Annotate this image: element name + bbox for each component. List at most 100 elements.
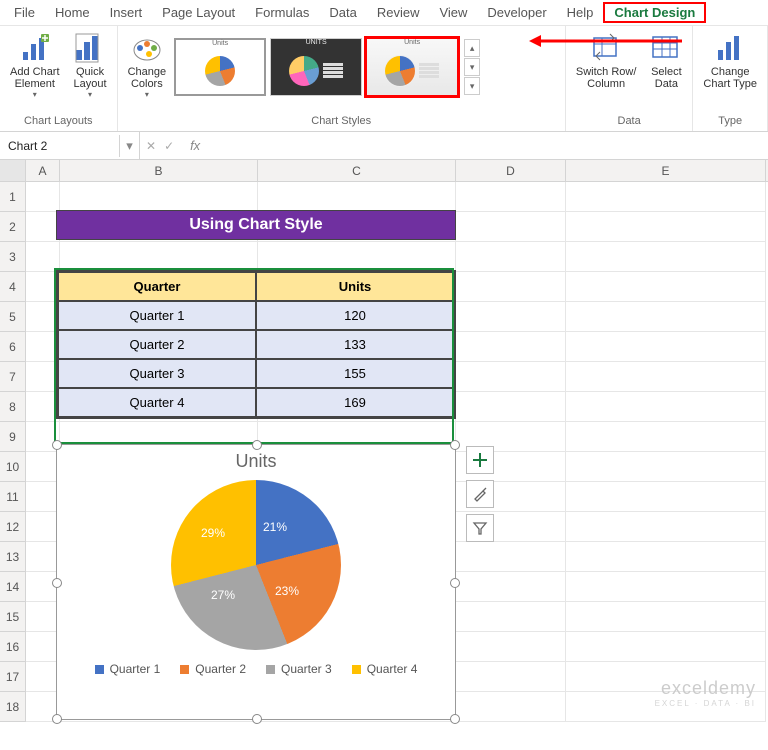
cell[interactable]	[566, 302, 766, 332]
menu-review[interactable]: Review	[367, 3, 430, 22]
cell[interactable]	[456, 392, 566, 422]
cell-units[interactable]: 133	[256, 330, 454, 359]
cell[interactable]	[26, 512, 60, 542]
name-box[interactable]: Chart 2	[0, 135, 120, 157]
row-header-10[interactable]: 10	[0, 452, 26, 482]
cell[interactable]	[26, 632, 60, 662]
cell[interactable]	[456, 272, 566, 302]
change-chart-type-button[interactable]: ChangeChart Type	[697, 28, 763, 94]
cell[interactable]	[566, 542, 766, 572]
select-data-button[interactable]: SelectData	[644, 28, 688, 94]
menu-page-layout[interactable]: Page Layout	[152, 3, 245, 22]
menu-insert[interactable]: Insert	[100, 3, 153, 22]
cell[interactable]	[566, 362, 766, 392]
cell[interactable]	[60, 182, 258, 212]
row-header-7[interactable]: 7	[0, 362, 26, 392]
column-header-C[interactable]: C	[258, 160, 456, 181]
row-header-9[interactable]: 9	[0, 422, 26, 452]
cell[interactable]	[566, 482, 766, 512]
menu-data[interactable]: Data	[319, 3, 366, 22]
cell[interactable]	[456, 692, 566, 722]
cell-units[interactable]: 169	[256, 388, 454, 417]
row-header-6[interactable]: 6	[0, 332, 26, 362]
chart-elements-button[interactable]	[466, 446, 494, 474]
cell[interactable]	[566, 182, 766, 212]
legend-item[interactable]: Quarter 1	[95, 662, 161, 676]
switch-row-column-button[interactable]: Switch Row/Column	[570, 28, 643, 94]
chart-style-thumb-1[interactable]: Units	[174, 38, 266, 96]
chart-object[interactable]: Units 21% 23% 27% 29% Quarter 1 Quarter 2…	[56, 444, 456, 720]
cell-quarter[interactable]: Quarter 2	[58, 330, 256, 359]
column-header-E[interactable]: E	[566, 160, 766, 181]
cell[interactable]	[26, 302, 60, 332]
chart-legend[interactable]: Quarter 1Quarter 2Quarter 3Quarter 4	[57, 662, 455, 676]
cell[interactable]	[566, 332, 766, 362]
pie-chart[interactable]: 21% 23% 27% 29%	[171, 480, 341, 650]
cell[interactable]	[566, 392, 766, 422]
cell[interactable]	[456, 662, 566, 692]
cell[interactable]	[26, 362, 60, 392]
cell[interactable]	[60, 242, 258, 272]
chart-title[interactable]: Units	[57, 451, 455, 472]
row-header-14[interactable]: 14	[0, 572, 26, 602]
row-header-12[interactable]: 12	[0, 512, 26, 542]
cell[interactable]	[456, 212, 566, 242]
row-header-5[interactable]: 5	[0, 302, 26, 332]
column-header-B[interactable]: B	[60, 160, 258, 181]
chart-style-thumb-3[interactable]: Units	[366, 38, 458, 96]
cell[interactable]	[26, 182, 60, 212]
cells-area[interactable]: Using Chart Style Quarter Units Quarter …	[26, 182, 768, 722]
cell[interactable]	[566, 422, 766, 452]
cell[interactable]	[26, 602, 60, 632]
cell[interactable]	[566, 512, 766, 542]
chart-style-thumb-2[interactable]: UNITS	[270, 38, 362, 96]
legend-item[interactable]: Quarter 2	[180, 662, 246, 676]
chart-filters-button[interactable]	[466, 514, 494, 542]
menu-view[interactable]: View	[429, 3, 477, 22]
row-header-3[interactable]: 3	[0, 242, 26, 272]
cell-quarter[interactable]: Quarter 3	[58, 359, 256, 388]
select-all-corner[interactable]	[0, 160, 26, 181]
change-colors-button[interactable]: ChangeColors ▾	[122, 28, 173, 103]
column-header-D[interactable]: D	[456, 160, 566, 181]
menu-help[interactable]: Help	[557, 3, 604, 22]
cell[interactable]	[258, 182, 456, 212]
cell-quarter[interactable]: Quarter 1	[58, 301, 256, 330]
namebox-dropdown-button[interactable]: ▾	[120, 132, 140, 159]
cell[interactable]	[456, 632, 566, 662]
gallery-up-button[interactable]: ▴	[464, 39, 480, 57]
column-header-A[interactable]: A	[26, 160, 60, 181]
cell[interactable]	[26, 242, 60, 272]
cell[interactable]	[26, 212, 60, 242]
cell-units[interactable]: 155	[256, 359, 454, 388]
cell[interactable]	[456, 362, 566, 392]
row-header-15[interactable]: 15	[0, 602, 26, 632]
row-header-16[interactable]: 16	[0, 632, 26, 662]
cell[interactable]	[26, 542, 60, 572]
row-header-11[interactable]: 11	[0, 482, 26, 512]
cell[interactable]	[566, 242, 766, 272]
row-header-18[interactable]: 18	[0, 692, 26, 722]
cell[interactable]	[566, 212, 766, 242]
cell[interactable]	[566, 452, 766, 482]
cell-units[interactable]: 120	[256, 301, 454, 330]
row-header-17[interactable]: 17	[0, 662, 26, 692]
legend-item[interactable]: Quarter 3	[266, 662, 332, 676]
row-header-13[interactable]: 13	[0, 542, 26, 572]
chart-styles-button[interactable]	[466, 480, 494, 508]
cell[interactable]	[566, 572, 766, 602]
quick-layout-button[interactable]: QuickLayout ▾	[68, 28, 113, 103]
menu-developer[interactable]: Developer	[477, 3, 556, 22]
menu-chart-design[interactable]: Chart Design	[603, 2, 706, 23]
cell[interactable]	[26, 452, 60, 482]
add-chart-element-button[interactable]: Add ChartElement ▾	[4, 28, 66, 103]
cell[interactable]	[456, 182, 566, 212]
row-header-1[interactable]: 1	[0, 182, 26, 212]
row-header-2[interactable]: 2	[0, 212, 26, 242]
cell[interactable]	[26, 482, 60, 512]
cell-quarter[interactable]: Quarter 4	[58, 388, 256, 417]
cell[interactable]	[26, 332, 60, 362]
cell[interactable]	[26, 272, 60, 302]
menu-home[interactable]: Home	[45, 3, 100, 22]
cell[interactable]	[456, 602, 566, 632]
